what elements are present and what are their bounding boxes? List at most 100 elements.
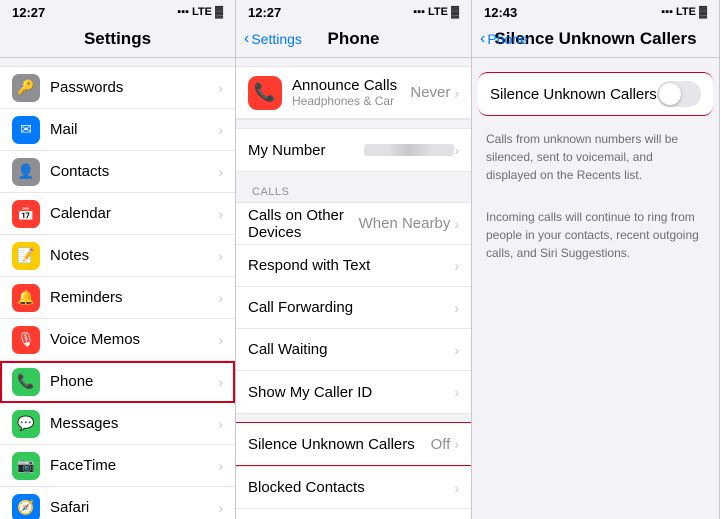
blocked-contacts-label: Blocked Contacts <box>248 479 454 496</box>
messages-label: Messages <box>50 415 218 432</box>
my-number-value <box>364 144 454 156</box>
calls-section-header: CALLS <box>236 172 471 202</box>
mail-label: Mail <box>50 121 218 138</box>
announce-label-group: Announce Calls Headphones & Car <box>292 77 410 108</box>
calendar-icon: 📅 <box>12 200 40 228</box>
sidebar-item-reminders[interactable]: 🔔 Reminders › <box>0 277 235 319</box>
blocked-group: Blocked Contacts › SMS/Call Reporting › <box>236 466 471 519</box>
safari-label: Safari <box>50 499 218 516</box>
contacts-icon: 👤 <box>12 158 40 186</box>
contacts-label: Contacts <box>50 163 218 180</box>
settings-nav: Settings <box>0 22 235 58</box>
silence-unknown-row[interactable]: Silence Unknown Callers Off › <box>236 423 471 465</box>
battery-icon-3: ▓ <box>699 6 707 18</box>
silence-description-2: Incoming calls will continue to ring fro… <box>472 200 719 270</box>
facetime-label: FaceTime <box>50 457 218 474</box>
silence-description-1: Calls from unknown numbers will be silen… <box>472 122 719 192</box>
calls-other-value: When Nearby <box>359 215 451 232</box>
silence-toggle-label: Silence Unknown Callers <box>490 86 657 103</box>
calls-group: Calls on Other Devices When Nearby › Res… <box>236 202 471 414</box>
calls-other-devices-row[interactable]: Calls on Other Devices When Nearby › <box>236 203 471 245</box>
calendar-label: Calendar <box>50 205 218 222</box>
phone-title: Phone <box>328 29 380 49</box>
status-bar-2: 12:27 ▪▪▪ LTE ▓ <box>236 0 471 22</box>
signal-icon-3: ▪▪▪ <box>661 6 673 18</box>
phone-back-label: Settings <box>251 31 302 47</box>
battery-icon-1: ▓ <box>215 6 223 18</box>
time-3: 12:43 <box>484 5 517 20</box>
phone-label: Phone <box>50 373 218 390</box>
sidebar-item-safari[interactable]: 🧭 Safari › <box>0 487 235 519</box>
call-waiting-row[interactable]: Call Waiting › <box>236 329 471 371</box>
status-bar-1: 12:27 ▪▪▪ LTE ▓ <box>0 0 235 22</box>
back-chevron-icon: ‹ <box>244 30 249 48</box>
announce-main-label: Announce Calls <box>292 77 410 94</box>
signal-icon-1: ▪▪▪ <box>177 6 189 18</box>
time-2: 12:27 <box>248 5 281 20</box>
my-number-label: My Number <box>248 142 364 159</box>
time-1: 12:27 <box>12 5 45 20</box>
show-caller-id-row[interactable]: Show My Caller ID › <box>236 371 471 413</box>
mail-icon: ✉ <box>12 116 40 144</box>
silence-toggle-row[interactable]: Silence Unknown Callers <box>478 73 713 115</box>
calls-other-label: Calls on Other Devices <box>248 207 359 241</box>
show-caller-id-label: Show My Caller ID <box>248 384 454 401</box>
silence-unknown-group: Silence Unknown Callers Off › <box>236 422 471 466</box>
sidebar-item-mail[interactable]: ✉ Mail › <box>0 109 235 151</box>
my-number-group: My Number › <box>236 128 471 172</box>
voicememos-icon: 🎙 <box>12 326 40 354</box>
phone-back-button[interactable]: ‹ Settings <box>244 30 302 48</box>
silence-scroll[interactable]: Silence Unknown Callers Calls from unkno… <box>472 58 719 519</box>
notes-icon: 📝 <box>12 242 40 270</box>
sidebar-item-calendar[interactable]: 📅 Calendar › <box>0 193 235 235</box>
blocked-contacts-row[interactable]: Blocked Contacts › <box>236 467 471 509</box>
lte-badge-1: LTE <box>192 6 212 18</box>
phone-nav: ‹ Settings Phone <box>236 22 471 58</box>
sidebar-item-phone[interactable]: 📞 Phone › <box>0 361 235 403</box>
announce-sub-label: Headphones & Car <box>292 94 410 108</box>
status-icons-1: ▪▪▪ LTE ▓ <box>177 6 223 18</box>
settings-title: Settings <box>84 29 151 49</box>
signal-icon-2: ▪▪▪ <box>413 6 425 18</box>
passwords-label: Passwords <box>50 79 218 96</box>
sidebar-item-notes[interactable]: 📝 Notes › <box>0 235 235 277</box>
status-icons-3: ▪▪▪ LTE ▓ <box>661 6 707 18</box>
call-waiting-label: Call Waiting <box>248 341 454 358</box>
respond-text-label: Respond with Text <box>248 257 454 274</box>
silence-back-chevron: ‹ <box>480 30 485 48</box>
settings-list[interactable]: 🔑 Passwords › ✉ Mail › 👤 Contacts › 📅 Ca… <box>0 58 235 519</box>
announce-group: 📞 Announce Calls Headphones & Car Never … <box>236 66 471 120</box>
sidebar-item-facetime[interactable]: 📷 FaceTime › <box>0 445 235 487</box>
settings-items-group: 🔑 Passwords › ✉ Mail › 👤 Contacts › 📅 Ca… <box>0 66 235 519</box>
phone-panel: 12:27 ▪▪▪ LTE ▓ ‹ Settings Phone 📞 Annou… <box>236 0 472 519</box>
my-number-row[interactable]: My Number › <box>236 129 471 171</box>
notes-label: Notes <box>50 247 218 264</box>
safari-icon: 🧭 <box>12 494 40 519</box>
voicememos-label: Voice Memos <box>50 331 218 348</box>
sidebar-item-messages[interactable]: 💬 Messages › <box>0 403 235 445</box>
silence-unknown-label: Silence Unknown Callers <box>248 436 431 453</box>
status-bar-3: 12:43 ▪▪▪ LTE ▓ <box>472 0 719 22</box>
facetime-icon: 📷 <box>12 452 40 480</box>
messages-icon: 💬 <box>12 410 40 438</box>
sidebar-item-passwords[interactable]: 🔑 Passwords › <box>0 67 235 109</box>
silence-panel: 12:43 ▪▪▪ LTE ▓ ‹ Phone Silence Unknown … <box>472 0 720 519</box>
phone-scroll[interactable]: 📞 Announce Calls Headphones & Car Never … <box>236 58 471 519</box>
respond-text-row[interactable]: Respond with Text › <box>236 245 471 287</box>
sidebar-item-voicememos[interactable]: 🎙 Voice Memos › <box>0 319 235 361</box>
silence-back-label: Phone <box>487 31 527 47</box>
settings-panel: 12:27 ▪▪▪ LTE ▓ Settings 🔑 Passwords › ✉… <box>0 0 236 519</box>
announce-icon: 📞 <box>248 76 282 110</box>
silence-toggle[interactable] <box>657 81 701 107</box>
status-icons-2: ▪▪▪ LTE ▓ <box>413 6 459 18</box>
silence-unknown-value: Off <box>431 436 451 453</box>
silence-toggle-knob <box>659 83 681 105</box>
silence-back-button[interactable]: ‹ Phone <box>480 30 528 48</box>
announce-calls-row[interactable]: 📞 Announce Calls Headphones & Car Never … <box>236 67 471 119</box>
passwords-icon: 🔑 <box>12 74 40 102</box>
phone-icon: 📞 <box>12 368 40 396</box>
call-forwarding-row[interactable]: Call Forwarding › <box>236 287 471 329</box>
sms-reporting-row[interactable]: SMS/Call Reporting › <box>236 509 471 519</box>
call-forwarding-label: Call Forwarding <box>248 299 454 316</box>
sidebar-item-contacts[interactable]: 👤 Contacts › <box>0 151 235 193</box>
